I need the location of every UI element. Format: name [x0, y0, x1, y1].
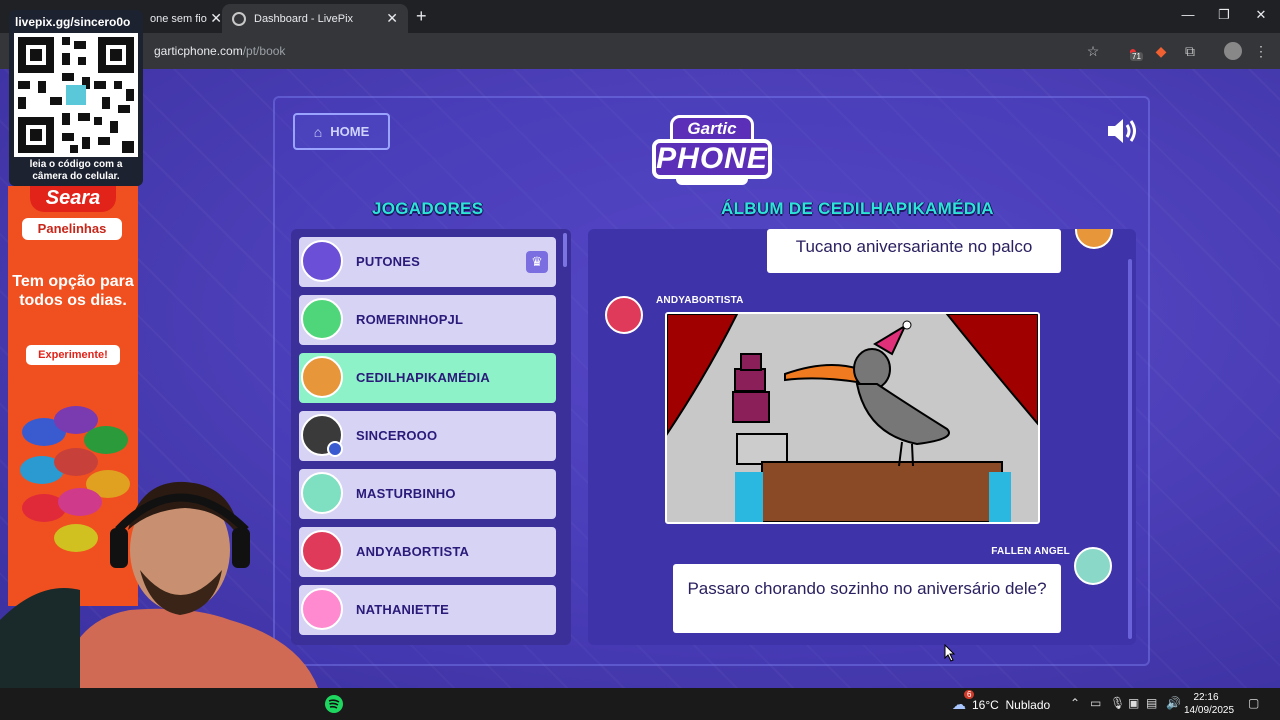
window-close-button[interactable]: ✕	[1251, 7, 1271, 23]
microphone-icon[interactable]: 🎙	[1110, 696, 1125, 710]
user-badge-icon	[327, 441, 343, 457]
players-list: PUTONES ♛ ROMERINHOPJL CEDILHAPIKAMÉDIA …	[291, 229, 571, 645]
player-avatar	[1074, 547, 1112, 585]
ad-headline: Tem opção para todos os dias.	[12, 273, 134, 309]
player-name: ROMERINHOPJL	[356, 312, 464, 327]
tab-bar: one sem fio ✕ Dashboard - LivePix ✕ + — …	[0, 0, 1280, 33]
phrase-card: Passaro chorando sozinho no aniversário …	[673, 564, 1061, 633]
clock-time: 22:16	[1193, 692, 1219, 703]
tab-active[interactable]: Dashboard - LivePix ✕	[222, 4, 408, 33]
player-name: PUTONES	[356, 254, 421, 269]
scrollbar[interactable]	[1128, 259, 1132, 639]
player-name: NATHANIETTE	[356, 602, 449, 617]
url-field[interactable]: garticphone.com/pt/book	[154, 44, 285, 58]
author-name: ANDYABORTISTA	[656, 295, 744, 306]
clock[interactable]: 22:16 14/09/2025	[1184, 691, 1235, 717]
player-item[interactable]: NATHANIETTE	[299, 585, 556, 635]
tab-title: one sem fio	[150, 12, 207, 25]
new-tab-button[interactable]: +	[416, 6, 427, 27]
player-item-active[interactable]: CEDILHAPIKAMÉDIA	[299, 353, 556, 403]
crown-icon: ♛	[526, 251, 548, 273]
speaker-icon[interactable]	[1106, 117, 1140, 145]
player-item[interactable]: PUTONES ♛	[299, 237, 556, 287]
home-label: HOME	[330, 124, 370, 139]
player-name: SINCEROOO	[356, 428, 438, 443]
player-item[interactable]: MASTURBINHO	[299, 469, 556, 519]
taskbar: ☁ 16°C Nublado 6 ⌃ ▭ 🎙 ▣ ▤ 🔊 22:16 14/09…	[0, 688, 1280, 720]
qr-donation-card: livepix.gg/sincero0o leia o código com a…	[9, 10, 143, 186]
album-title: ÁLBUM DE CEDILHAPIKAMÉDIA	[721, 199, 994, 218]
volume-icon[interactable]: 🔊	[1166, 696, 1181, 710]
maximize-button[interactable]: ❐	[1214, 7, 1234, 23]
display-icon[interactable]: ▣	[1128, 696, 1139, 710]
home-button[interactable]: ⌂ HOME	[293, 113, 390, 150]
globe-icon	[232, 11, 246, 26]
album-panel: Tucano aniversariante no palco ANDYABORT…	[588, 229, 1136, 645]
close-icon[interactable]: ✕	[386, 10, 398, 27]
menu-icon[interactable]: ⋮	[1252, 42, 1270, 60]
toucan-drawing	[667, 314, 1038, 522]
player-item[interactable]: SINCEROOO	[299, 411, 556, 461]
ad-cta: Experimente!	[26, 345, 120, 365]
player-avatar	[301, 356, 343, 398]
players-title: JOGADORES	[372, 199, 484, 218]
player-item[interactable]: ROMERINHOPJL	[299, 295, 556, 345]
puzzle-icon[interactable]: ⧉	[1181, 42, 1199, 60]
cloud-icon: ☁	[952, 696, 966, 712]
qr-caption: leia o código com a câmera do celular.	[29, 159, 123, 182]
home-icon: ⌂	[313, 123, 323, 140]
address-bar: garticphone.com/pt/book ☆ ● 71 ◆ ⧉ ⋮	[0, 33, 1280, 69]
phrase-card: Tucano aniversariante no palco	[767, 229, 1061, 273]
player-avatar	[301, 298, 343, 340]
tab-title: Dashboard - LivePix	[254, 12, 354, 25]
clock-date: 14/09/2025	[1184, 705, 1235, 716]
author-name: FALLEN ANGEL	[991, 546, 1070, 557]
chevron-up-icon[interactable]: ⌃	[1070, 696, 1080, 710]
ad-subtitle: Panelinhas	[22, 218, 122, 240]
player-item[interactable]: ANDYABORTISTA	[299, 527, 556, 577]
avatar[interactable]	[1224, 42, 1242, 60]
notifications-icon[interactable]: ▢	[1248, 696, 1259, 710]
fox-extension-icon[interactable]: ◆	[1152, 42, 1170, 60]
network-icon[interactable]: ▤	[1146, 696, 1157, 710]
logo-foot	[676, 177, 748, 185]
extension-badge: 71	[1130, 52, 1143, 61]
close-icon[interactable]: ✕	[210, 10, 222, 27]
mouse-cursor-icon	[944, 644, 956, 662]
qr-code-icon	[14, 33, 138, 157]
scrollbar[interactable]	[563, 233, 567, 267]
qr-handle: livepix.gg/sincero0o	[15, 15, 131, 29]
webcam-feed	[0, 481, 318, 688]
battery-icon[interactable]: ▭	[1090, 696, 1101, 710]
weather-text: 16°C Nublado	[972, 697, 1051, 712]
minimize-button[interactable]: —	[1178, 7, 1198, 22]
drawing-canvas	[665, 312, 1040, 524]
player-name: MASTURBINHO	[356, 486, 456, 501]
player-avatar	[1075, 229, 1113, 249]
url-host: garticphone.com	[154, 44, 243, 58]
player-name: CEDILHAPIKAMÉDIA	[356, 370, 490, 385]
player-name: ANDYABORTISTA	[356, 544, 470, 559]
url-path: /pt/book	[242, 44, 286, 58]
tab-inactive[interactable]: one sem fio ✕	[140, 4, 222, 33]
gartic-phone-logo: Gartic PHONE	[652, 115, 772, 187]
logo-bottom: PHONE	[652, 139, 772, 179]
player-avatar	[605, 296, 643, 334]
spotify-icon[interactable]	[324, 694, 344, 714]
star-icon[interactable]: ☆	[1084, 42, 1102, 60]
ad-brand: Seara	[30, 186, 116, 212]
player-avatar	[301, 240, 343, 282]
